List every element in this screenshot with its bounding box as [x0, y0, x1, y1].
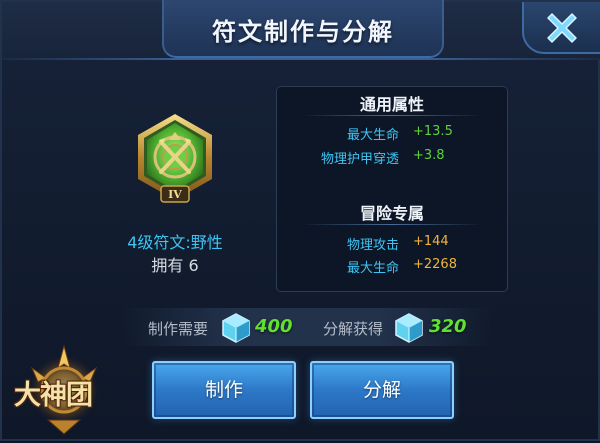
attribute-panel: 通用属性 最大生命 +13.5 物理护甲穿透 +3.8 冒险专属 物理攻击 +1…	[276, 86, 508, 292]
rune-name: 4级符文:野性	[127, 233, 223, 252]
adventure-attr-label: 物理攻击	[346, 238, 399, 253]
general-attr-label: 最大生命	[346, 128, 399, 143]
craft-cost-amount: 400	[255, 316, 293, 337]
adventure-attributes-heading: 冒险专属	[359, 204, 424, 223]
craft-cost-label: 制作需要	[148, 320, 209, 338]
svg-text:IV: IV	[168, 188, 182, 201]
general-attr-label: 物理护甲穿透	[320, 152, 399, 167]
decompose-reward-label: 分解获得	[323, 320, 384, 338]
crystal-icon	[395, 313, 423, 343]
adventure-attr-value: +2268	[413, 257, 457, 272]
close-icon	[547, 13, 577, 43]
rune-owned-count: 拥有 6	[151, 256, 199, 275]
crystal-icon	[222, 313, 250, 343]
general-attributes-heading: 通用属性	[359, 95, 424, 114]
adventure-attr-value: +144	[413, 234, 449, 249]
rune-panel: 符文制作与分解 IV 4级符文:野性 拥有 6 通用属性 最大生命 +13.5 …	[0, 0, 600, 441]
general-attr-value: +13.5	[413, 124, 453, 139]
page-title: 符文制作与分解	[212, 18, 394, 46]
decompose-button[interactable]: 分解	[310, 361, 454, 419]
rune-icon[interactable]: IV	[135, 112, 215, 208]
general-attr-value: +3.8	[413, 148, 445, 163]
header-divider	[2, 58, 600, 60]
decompose-reward-amount: 320	[429, 316, 467, 337]
adventure-attr-label: 最大生命	[346, 261, 399, 276]
logo-text: 大神团	[14, 380, 93, 411]
general-divider	[301, 115, 483, 116]
adventure-divider	[301, 224, 483, 225]
craft-button[interactable]: 制作	[152, 361, 296, 419]
close-button[interactable]	[522, 2, 600, 54]
